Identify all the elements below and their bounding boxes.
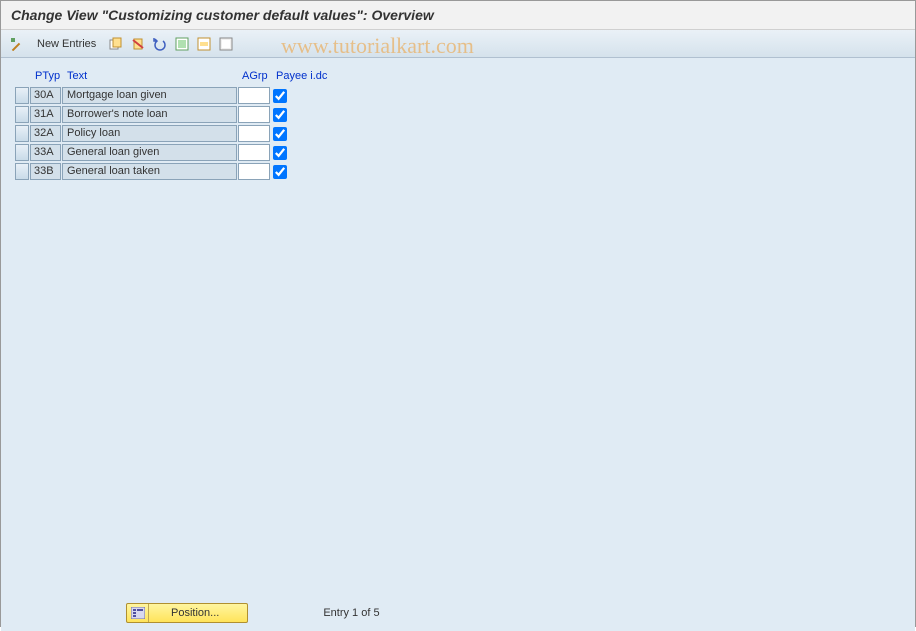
cell-ptyp: 30A	[30, 87, 61, 104]
agrp-input[interactable]	[238, 87, 270, 104]
agrp-input[interactable]	[238, 125, 270, 142]
new-entries-button[interactable]: New Entries	[31, 36, 102, 52]
undo-icon[interactable]	[152, 36, 168, 52]
row-selector[interactable]	[15, 106, 29, 123]
cell-text: General loan given	[62, 144, 237, 161]
payee-checkbox[interactable]	[273, 165, 287, 179]
table-row: 32APolicy loan	[15, 124, 905, 143]
agrp-input[interactable]	[238, 106, 270, 123]
table-header: PTyp Text AGrp Payee i.dc	[11, 68, 905, 84]
copy-icon[interactable]	[108, 36, 124, 52]
table-row: 30AMortgage loan given	[15, 86, 905, 105]
entry-status: Entry 1 of 5	[323, 607, 379, 619]
col-payee[interactable]: Payee i.dc	[272, 68, 332, 84]
agrp-input[interactable]	[238, 163, 270, 180]
deselect-all-icon[interactable]	[218, 36, 234, 52]
position-label: Position...	[149, 607, 247, 619]
col-text[interactable]: Text	[63, 68, 238, 84]
table-row: 33BGeneral loan taken	[15, 162, 905, 181]
col-select	[15, 68, 31, 84]
cell-ptyp: 33B	[30, 163, 61, 180]
cell-ptyp: 31A	[30, 106, 61, 123]
footer-bar: Position... Entry 1 of 5	[11, 603, 905, 623]
col-agrp[interactable]: AGrp	[238, 68, 272, 84]
cell-ptyp: 33A	[30, 144, 61, 161]
cell-text: Policy loan	[62, 125, 237, 142]
cell-ptyp: 32A	[30, 125, 61, 142]
agrp-input[interactable]	[238, 144, 270, 161]
content-area: PTyp Text AGrp Payee i.dc 30AMortgage lo…	[1, 58, 915, 631]
table-row: 33AGeneral loan given	[15, 143, 905, 162]
payee-checkbox[interactable]	[273, 146, 287, 160]
row-selector[interactable]	[15, 163, 29, 180]
payee-checkbox[interactable]	[273, 108, 287, 122]
cell-text: Borrower's note loan	[62, 106, 237, 123]
delete-icon[interactable]	[130, 36, 146, 52]
select-all-icon[interactable]	[174, 36, 190, 52]
position-button[interactable]: Position...	[126, 603, 248, 623]
toolbar: New Entries	[1, 30, 915, 58]
table-body: 30AMortgage loan given31ABorrower's note…	[11, 86, 905, 181]
payee-checkbox[interactable]	[273, 127, 287, 141]
row-selector[interactable]	[15, 87, 29, 104]
select-block-icon[interactable]	[196, 36, 212, 52]
cell-text: Mortgage loan given	[62, 87, 237, 104]
payee-checkbox[interactable]	[273, 89, 287, 103]
table-row: 31ABorrower's note loan	[15, 105, 905, 124]
row-selector[interactable]	[15, 144, 29, 161]
toggle-change-icon[interactable]	[9, 36, 25, 52]
col-ptyp[interactable]: PTyp	[31, 68, 63, 84]
page-title: Change View "Customizing customer defaul…	[1, 1, 915, 30]
cell-text: General loan taken	[62, 163, 237, 180]
position-icon	[127, 604, 149, 622]
row-selector[interactable]	[15, 125, 29, 142]
